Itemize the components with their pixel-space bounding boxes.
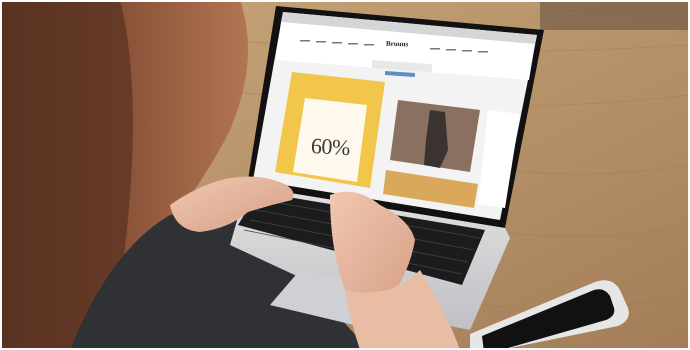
site-logo: Bruuns (385, 39, 409, 49)
sale-percentage: 60% (310, 133, 351, 160)
screen-overlay: Bruuns 60% (0, 0, 690, 350)
